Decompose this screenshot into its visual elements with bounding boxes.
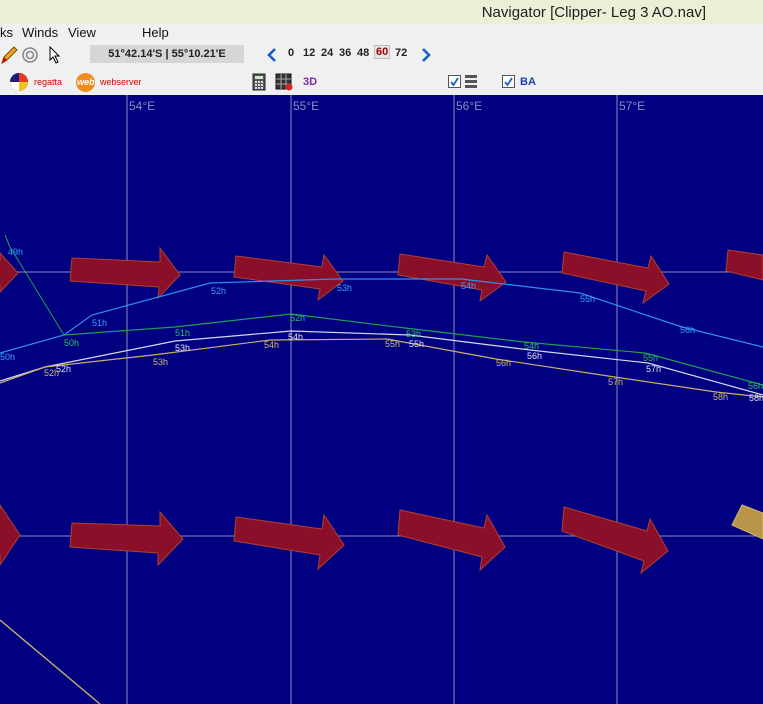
menu-view[interactable]: View [68,25,96,40]
route-white [0,330,763,396]
menu-help[interactable]: Help [142,25,169,40]
longitude-label-56: 56°E [456,99,482,113]
cursor-icon[interactable] [48,46,62,64]
route-label: 55h [580,294,595,304]
wind-arrow [725,249,763,281]
route-label: 51h [175,328,190,338]
route-label: 53h [153,357,168,367]
coordinates-readout: 51°42.14'S | 55°10.21'E [90,45,244,63]
route-label: 49h [8,247,23,257]
route-label: 54h [461,281,476,291]
route-label: 50h [0,352,15,362]
route-tan-isochrone [0,619,101,704]
time-step-0[interactable]: 0 [288,47,294,59]
route-label: 52h [290,313,305,323]
longitude-label-54: 54°E [129,99,155,113]
chart-map[interactable]: 54°E 55°E 56°E 57°E 49h 51h 52h 53h 54h … [0,95,763,704]
route-label: 56h [527,351,542,361]
layers-icon[interactable] [464,74,478,88]
wind-arrow [233,253,344,302]
route-label: 55h [385,339,400,349]
route-label: 56h [748,381,763,391]
route-label: 52h [211,286,226,296]
time-step-72[interactable]: 72 [395,47,407,59]
route-label: 58h [713,392,728,402]
toolbar-secondary: regatta web webserver 3D BA [0,68,763,95]
polar-table-icon[interactable] [274,72,294,92]
wind-arrows-row-1 [0,246,763,305]
checkmark-icon [504,77,513,87]
route-label: 50h [64,338,79,348]
title-bar: Navigator [Clipper- Leg 3 AO.nav] [0,0,763,24]
menu-tracks[interactable]: ks [0,25,13,40]
route-green [63,313,763,386]
land-marker [731,504,763,540]
route-label: 53h [406,329,421,339]
3d-view-button[interactable]: 3D [303,76,317,88]
parallel-lines [0,271,763,537]
route-label: 52h [44,368,59,378]
regatta-label[interactable]: regatta [34,77,62,87]
checkmark-icon [450,77,459,87]
route-label: 55h [643,353,658,363]
route-label: 54h [524,341,539,351]
time-step-48[interactable]: 48 [357,47,369,59]
route-label: 55h [409,339,424,349]
webserver-icon[interactable]: web [76,73,95,92]
route-label: 54h [288,332,303,342]
wind-arrow [0,504,21,566]
wind-arrow [561,506,669,575]
time-step-60[interactable]: 60 [374,45,391,59]
longitude-label-55: 55°E [293,99,319,113]
menu-winds[interactable]: Winds [22,25,58,40]
wind-arrow [561,251,670,305]
toolbar-main: 51°42.14'S | 55°10.21'E 0 12 24 36 48 60… [0,42,763,68]
longitude-label-57: 57°E [619,99,645,113]
chevron-right-icon[interactable] [420,48,432,62]
ba-label: BA [520,76,536,88]
menu-bar: ks Winds View Help [0,24,763,42]
route-label: 56h [680,325,695,335]
wind-arrow [233,513,345,571]
time-step-36[interactable]: 36 [339,47,351,59]
route-label: 56h [496,358,511,368]
route-label: 57h [608,377,623,387]
route-label: 57h [646,364,661,374]
time-step-12[interactable]: 12 [303,47,315,59]
wind-arrow [397,253,507,303]
route-label: 53h [337,283,352,293]
route-label: 53h [175,343,190,353]
wind-arrow [0,252,19,293]
meridian-lines [126,95,618,704]
window-title: Navigator [Clipper- Leg 3 AO.nav] [481,4,706,21]
ba-checkbox[interactable] [502,75,515,88]
route-label: 54h [264,340,279,350]
layers-checkbox[interactable] [448,75,461,88]
route-label: 51h [92,318,107,328]
time-step-24[interactable]: 24 [321,47,333,59]
calculator-icon[interactable] [252,73,266,91]
webserver-label[interactable]: webserver [100,77,142,87]
wind-arrows-row-2 [0,504,669,575]
wind-arrow [397,509,506,572]
route-label: 58h [749,393,763,403]
web-badge: web [77,77,95,87]
chevron-left-icon[interactable] [266,48,278,62]
pencil-icon[interactable] [0,45,18,65]
target-icon[interactable] [21,46,39,64]
regatta-icon[interactable] [9,72,29,92]
wind-arrow [69,246,181,300]
map-canvas[interactable]: 54°E 55°E 56°E 57°E 49h 51h 52h 53h 54h … [0,95,763,704]
